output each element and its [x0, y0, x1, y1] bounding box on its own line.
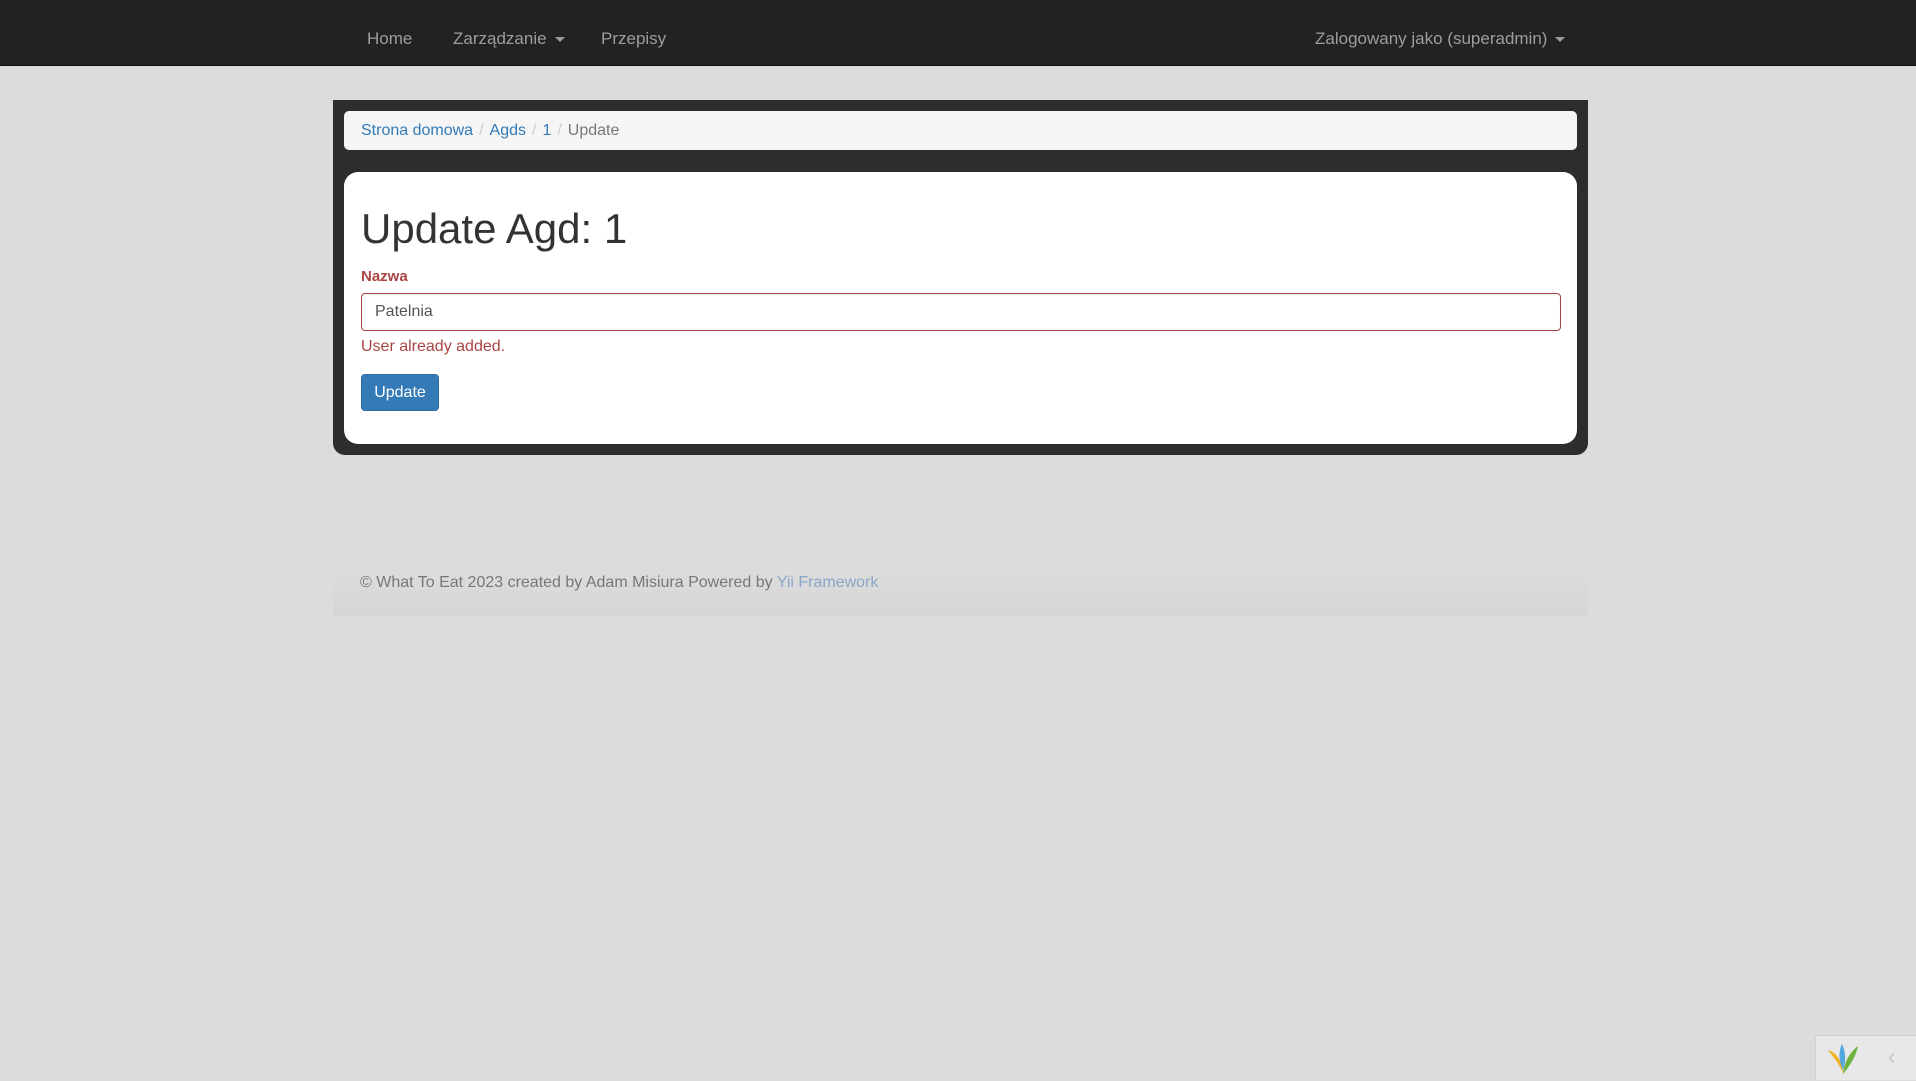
update-button[interactable]: Update — [361, 374, 439, 411]
nazwa-input[interactable] — [361, 293, 1561, 331]
debug-toolbar-toggle[interactable]: ‹ — [1815, 1035, 1916, 1080]
caret-down-icon — [1555, 37, 1566, 43]
breadcrumb-separator: / — [479, 122, 484, 139]
user-menu-label: Zalogowany jako (superadmin) — [1315, 29, 1548, 48]
yii-framework-link[interactable]: Yii Framework — [777, 574, 879, 591]
breadcrumb-separator: / — [531, 122, 537, 139]
content-frame: Strona domowa / Agds / 1 / Update Update Agd: … — [333, 100, 1588, 455]
chevron-left-icon: ‹ — [1888, 1044, 1896, 1069]
nav-zarzadzanie-label: Zarządzanie — [453, 29, 547, 48]
breadcrumb-home-link[interactable]: Strona domowa — [361, 122, 473, 139]
breadcrumb-current: Update — [567, 122, 620, 139]
footer-text: © What To Eat 2023 created by Adam Misiu… — [360, 574, 777, 591]
update-form-card: Update Agd: 1 Nazwa User already added. … — [344, 172, 1577, 444]
user-menu-dropdown[interactable]: Zalogowany jako (superadmin) — [1315, 0, 1566, 66]
yii-logo-icon — [1826, 1040, 1860, 1081]
breadcrumb-record-link[interactable]: 1 — [542, 122, 551, 139]
nazwa-label: Nazwa — [361, 268, 408, 285]
page-title: Update Agd: 1 — [361, 205, 628, 252]
breadcrumb-agds-link[interactable]: Agds — [490, 122, 526, 139]
breadcrumb-separator: / — [557, 122, 562, 139]
top-navbar: Home Zarządzanie Przepisy Zalogowany jak… — [0, 0, 1916, 66]
breadcrumb: Strona domowa / Agds / 1 / Update — [344, 111, 1577, 150]
nav-zarzadzanie-dropdown[interactable]: Zarządzanie — [453, 0, 565, 66]
nav-home[interactable]: Home — [367, 0, 412, 66]
footer: © What To Eat 2023 created by Adam Misiu… — [333, 571, 1588, 616]
caret-down-icon — [554, 37, 565, 43]
nazwa-error-message: User already added. — [361, 338, 506, 355]
nav-przepisy[interactable]: Przepisy — [601, 0, 666, 66]
